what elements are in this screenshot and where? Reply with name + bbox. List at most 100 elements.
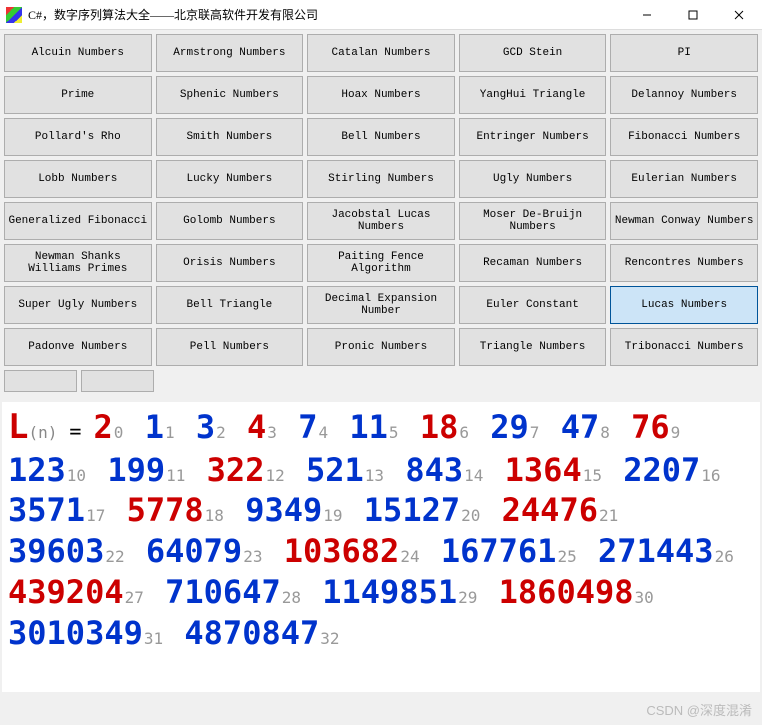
close-button[interactable] bbox=[716, 0, 762, 29]
term-index: 4 bbox=[318, 423, 328, 442]
algorithm-button[interactable]: Bell Numbers bbox=[307, 118, 455, 156]
algorithm-button[interactable]: Pronic Numbers bbox=[307, 328, 455, 366]
sequence-term: 32 bbox=[196, 408, 228, 446]
algorithm-button[interactable]: Moser De-Bruijn Numbers bbox=[459, 202, 607, 240]
algorithm-button[interactable]: Lobb Numbers bbox=[4, 160, 152, 198]
sequence-term: 74 bbox=[298, 408, 330, 446]
algorithm-button[interactable]: PI bbox=[610, 34, 758, 72]
sequence-term: 32212 bbox=[207, 451, 287, 489]
algorithm-button[interactable]: Padonve Numbers bbox=[4, 328, 152, 366]
algorithm-button[interactable]: Smith Numbers bbox=[156, 118, 304, 156]
term-value: 18 bbox=[420, 408, 459, 446]
sequence-term: 1512720 bbox=[364, 491, 483, 529]
aux-button-row bbox=[4, 370, 758, 392]
algorithm-button[interactable]: Generalized Fibonacci bbox=[4, 202, 152, 240]
client-area: Alcuin NumbersArmstrong NumbersCatalan N… bbox=[0, 30, 762, 396]
algorithm-button[interactable]: Bell Triangle bbox=[156, 286, 304, 324]
algorithm-button[interactable]: Pell Numbers bbox=[156, 328, 304, 366]
algorithm-button[interactable]: Pollard's Rho bbox=[4, 118, 152, 156]
term-index: 20 bbox=[461, 506, 480, 525]
algorithm-button[interactable]: Alcuin Numbers bbox=[4, 34, 152, 72]
term-value: 3571 bbox=[8, 491, 85, 529]
algorithm-button[interactable]: Euler Constant bbox=[459, 286, 607, 324]
titlebar: C#，数字序列算法大全——北京联高软件开发有限公司 bbox=[0, 0, 762, 30]
sequence-term: 577818 bbox=[127, 491, 226, 529]
term-index: 28 bbox=[282, 588, 301, 607]
algorithm-button[interactable]: Entringer Numbers bbox=[459, 118, 607, 156]
algorithm-button[interactable]: Newman Shanks Williams Primes bbox=[4, 244, 152, 282]
sequence-term: 136415 bbox=[505, 451, 604, 489]
algorithm-button[interactable]: Catalan Numbers bbox=[307, 34, 455, 72]
sequence-term: 478 bbox=[561, 408, 612, 446]
algorithm-button[interactable]: Lucky Numbers bbox=[156, 160, 304, 198]
term-index: 1 bbox=[165, 423, 175, 442]
algorithm-button[interactable]: YangHui Triangle bbox=[459, 76, 607, 114]
sequence-term: 357117 bbox=[8, 491, 107, 529]
sequence-term: 934919 bbox=[245, 491, 344, 529]
window-controls bbox=[624, 0, 762, 29]
algorithm-button[interactable]: Ugly Numbers bbox=[459, 160, 607, 198]
term-index: 19 bbox=[323, 506, 342, 525]
algorithm-button[interactable]: Recaman Numbers bbox=[459, 244, 607, 282]
term-index: 21 bbox=[599, 506, 618, 525]
term-index: 27 bbox=[125, 588, 144, 607]
sequence-term: 186049830 bbox=[499, 573, 656, 611]
sequence-term: 769 bbox=[631, 408, 682, 446]
term-value: 7 bbox=[298, 408, 317, 446]
term-index: 11 bbox=[166, 466, 185, 485]
term-value: 3010349 bbox=[8, 614, 143, 652]
term-index: 25 bbox=[557, 547, 576, 566]
term-value: 843 bbox=[405, 451, 463, 489]
term-value: 4 bbox=[247, 408, 266, 446]
term-value: 167761 bbox=[441, 532, 557, 570]
term-index: 15 bbox=[583, 466, 602, 485]
algorithm-button[interactable]: Hoax Numbers bbox=[307, 76, 455, 114]
term-value: 29 bbox=[490, 408, 529, 446]
algorithm-button[interactable]: Golomb Numbers bbox=[156, 202, 304, 240]
term-index: 18 bbox=[205, 506, 224, 525]
sequence-term: 12310 bbox=[8, 451, 88, 489]
algorithm-button[interactable]: Armstrong Numbers bbox=[156, 34, 304, 72]
algorithm-button[interactable]: Paiting Fence Algorithm bbox=[307, 244, 455, 282]
term-index: 12 bbox=[265, 466, 284, 485]
term-value: 3 bbox=[196, 408, 215, 446]
term-index: 14 bbox=[464, 466, 483, 485]
sequence-term: 487084732 bbox=[184, 614, 341, 652]
aux-button-1[interactable] bbox=[4, 370, 77, 392]
maximize-button[interactable] bbox=[670, 0, 716, 29]
sequence-term: 10368224 bbox=[284, 532, 422, 570]
algorithm-button[interactable]: Super Ugly Numbers bbox=[4, 286, 152, 324]
term-index: 26 bbox=[715, 547, 734, 566]
term-value: 24476 bbox=[502, 491, 598, 529]
sequence-term: 6407923 bbox=[146, 532, 265, 570]
algorithm-button[interactable]: Fibonacci Numbers bbox=[610, 118, 758, 156]
sequence-symbol: L bbox=[8, 407, 28, 447]
output-panel: L(n) = 20 11 32 43 74 115 186 297 478 76… bbox=[2, 402, 760, 692]
minimize-button[interactable] bbox=[624, 0, 670, 29]
algorithm-button[interactable]: Tribonacci Numbers bbox=[610, 328, 758, 366]
term-index: 7 bbox=[530, 423, 540, 442]
algorithm-button[interactable]: Delannoy Numbers bbox=[610, 76, 758, 114]
algorithm-button[interactable]: Sphenic Numbers bbox=[156, 76, 304, 114]
term-value: 1364 bbox=[505, 451, 582, 489]
algorithm-button[interactable]: Jacobstal Lucas Numbers bbox=[307, 202, 455, 240]
aux-button-2[interactable] bbox=[81, 370, 154, 392]
algorithm-button[interactable]: Rencontres Numbers bbox=[610, 244, 758, 282]
algorithm-button[interactable]: Prime bbox=[4, 76, 152, 114]
sequence-term: 186 bbox=[420, 408, 471, 446]
algorithm-button[interactable]: Decimal Expansion Number bbox=[307, 286, 455, 324]
algorithm-button[interactable]: Orisis Numbers bbox=[156, 244, 304, 282]
algorithm-button[interactable]: GCD Stein bbox=[459, 34, 607, 72]
sequence-term: 114985129 bbox=[322, 573, 479, 611]
term-index: 29 bbox=[458, 588, 477, 607]
algorithm-button[interactable]: Lucas Numbers bbox=[610, 286, 758, 324]
term-index: 17 bbox=[86, 506, 105, 525]
algorithm-button[interactable]: Newman Conway Numbers bbox=[610, 202, 758, 240]
algorithm-button[interactable]: Eulerian Numbers bbox=[610, 160, 758, 198]
algorithm-grid: Alcuin NumbersArmstrong NumbersCatalan N… bbox=[4, 34, 758, 366]
term-value: 11 bbox=[349, 408, 388, 446]
term-index: 9 bbox=[671, 423, 681, 442]
term-value: 2207 bbox=[623, 451, 700, 489]
algorithm-button[interactable]: Stirling Numbers bbox=[307, 160, 455, 198]
algorithm-button[interactable]: Triangle Numbers bbox=[459, 328, 607, 366]
